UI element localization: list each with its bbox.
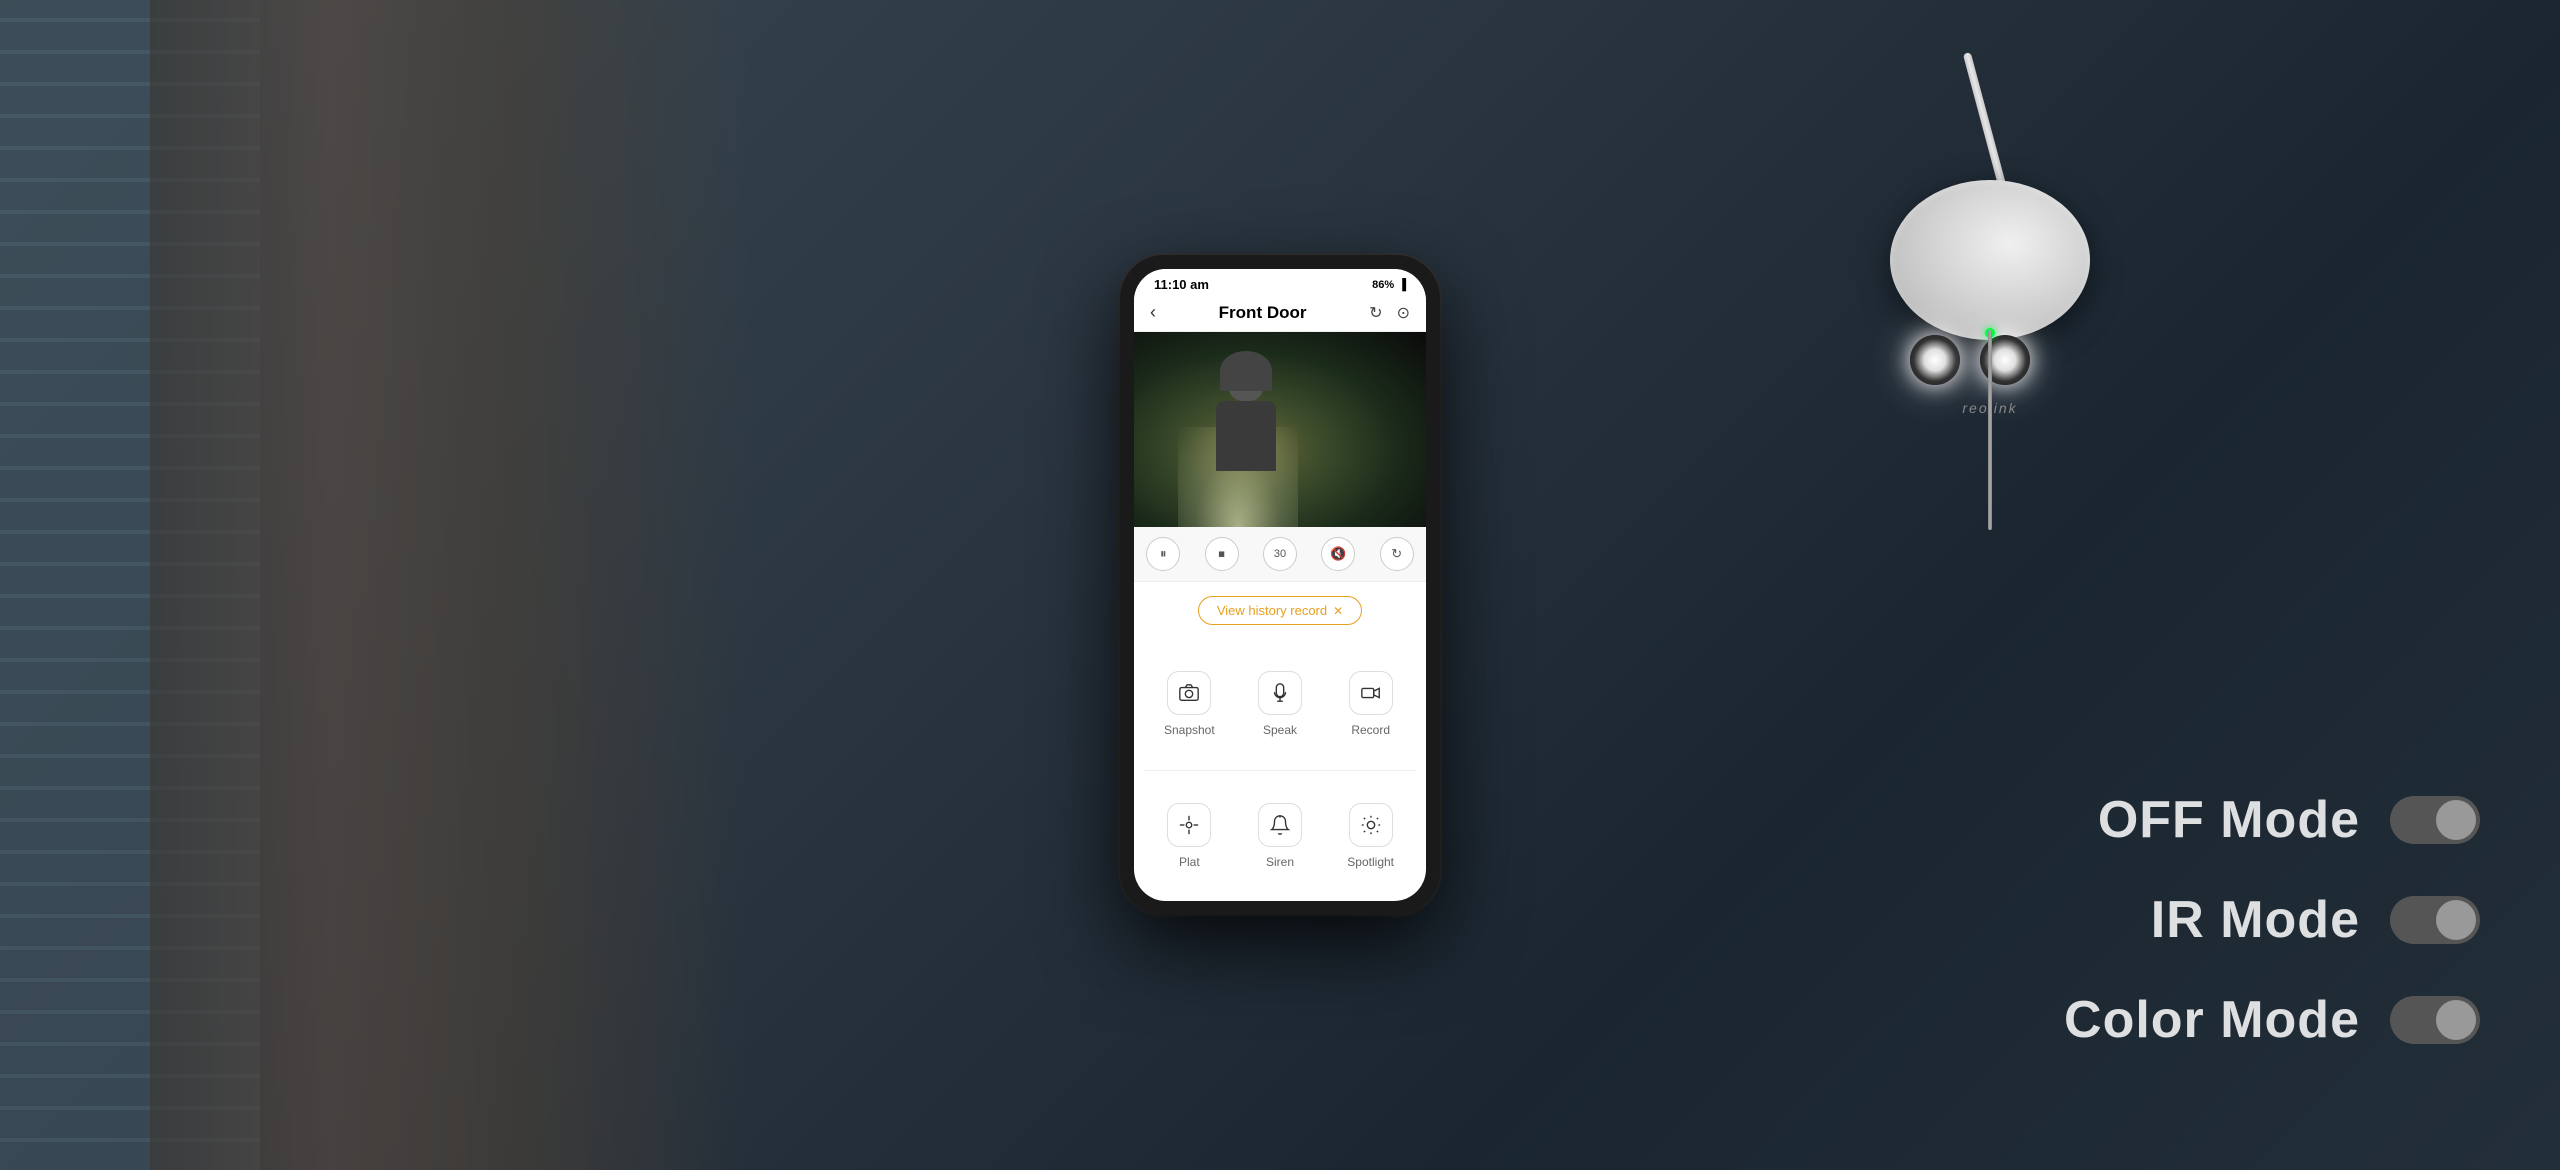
ir-mode-knob	[2436, 900, 2476, 940]
rewind-button[interactable]: 30	[1263, 537, 1297, 571]
record-label: Record	[1351, 723, 1390, 737]
siren-icon	[1258, 803, 1302, 847]
siren-action[interactable]: Siren	[1235, 771, 1326, 902]
spotlight-action[interactable]: Spotlight	[1325, 771, 1416, 902]
phone-screen: 11:10 am 86% ▐ ‹ Front Door ↻ ⊙	[1134, 269, 1426, 901]
status-bar: 11:10 am 86% ▐	[1134, 269, 1426, 296]
stop-icon: ⏹	[1218, 546, 1225, 562]
feed-scene	[1134, 332, 1426, 527]
rotate-icon: ↻	[1391, 546, 1402, 562]
record-action[interactable]: Record	[1325, 639, 1416, 770]
off-mode-toggle[interactable]	[2390, 796, 2480, 844]
camera-device: reolink	[1840, 50, 2140, 550]
snapshot-action[interactable]: Snapshot	[1144, 639, 1235, 770]
ir-mode-toggle[interactable]	[2390, 896, 2480, 944]
ir-mode-row: IR Mode	[2151, 890, 2480, 950]
mode-labels-panel: OFF Mode IR Mode Color Mode	[2064, 790, 2480, 1050]
speak-action[interactable]: Speak	[1235, 639, 1326, 770]
back-button[interactable]: ‹	[1150, 302, 1156, 323]
spotlight-icon	[1349, 803, 1393, 847]
camera-body: reolink	[1890, 180, 2090, 340]
record-icon	[1349, 671, 1393, 715]
history-btn-close[interactable]: ✕	[1333, 604, 1343, 618]
header-title: Front Door	[1219, 303, 1307, 323]
pause-button[interactable]: ⏸	[1146, 537, 1180, 571]
stop-button[interactable]: ⏹	[1205, 537, 1239, 571]
camera-lens-left	[1910, 335, 1960, 385]
status-time: 11:10 am	[1154, 277, 1209, 292]
refresh-icon[interactable]: ↻	[1369, 303, 1382, 323]
rewind-icon: 30	[1274, 548, 1286, 560]
off-mode-row: OFF Mode	[2098, 790, 2480, 850]
battery-icon: ▐	[1398, 279, 1406, 291]
plat-action[interactable]: Plat	[1144, 771, 1235, 902]
plat-icon	[1167, 803, 1211, 847]
camera-feed	[1134, 332, 1426, 527]
snapshot-icon	[1167, 671, 1211, 715]
plat-label: Plat	[1179, 855, 1200, 869]
spotlight-label: Spotlight	[1347, 855, 1394, 869]
app-header: ‹ Front Door ↻ ⊙	[1134, 296, 1426, 332]
history-btn-label: View history record	[1217, 603, 1327, 618]
view-history-button[interactable]: View history record ✕	[1198, 596, 1362, 625]
figure-body	[1216, 401, 1276, 471]
background-hand	[150, 0, 750, 1170]
figure-head	[1228, 361, 1264, 401]
speak-icon	[1258, 671, 1302, 715]
camera-cable	[1988, 330, 1992, 530]
rotate-button[interactable]: ↻	[1380, 537, 1414, 571]
figure	[1216, 361, 1276, 471]
phone-wrapper: 11:10 am 86% ▐ ‹ Front Door ↻ ⊙	[1120, 255, 1440, 915]
siren-label: Siren	[1266, 855, 1294, 869]
off-mode-label: OFF Mode	[2098, 790, 2360, 850]
color-mode-row: Color Mode	[2064, 990, 2480, 1050]
off-mode-knob	[2436, 800, 2476, 840]
volume-button[interactable]: 🔇	[1321, 537, 1355, 571]
volume-icon: 🔇	[1330, 546, 1346, 562]
ir-mode-label: IR Mode	[2151, 890, 2360, 950]
history-btn-wrap: View history record ✕	[1134, 582, 1426, 639]
color-mode-toggle[interactable]	[2390, 996, 2480, 1044]
action-grid-top: Snapshot Speak	[1134, 639, 1426, 770]
speak-label: Speak	[1263, 723, 1297, 737]
figure-hood	[1220, 351, 1272, 391]
snapshot-label: Snapshot	[1164, 723, 1215, 737]
color-mode-knob	[2436, 1000, 2476, 1040]
settings-icon[interactable]: ⊙	[1397, 303, 1410, 323]
color-mode-label: Color Mode	[2064, 990, 2360, 1050]
phone: 11:10 am 86% ▐ ‹ Front Door ↻ ⊙	[1120, 255, 1440, 915]
battery-percent: 86%	[1372, 279, 1394, 291]
action-grid-bottom: Plat Siren	[1134, 771, 1426, 902]
header-icons: ↻ ⊙	[1369, 303, 1410, 323]
pause-icon: ⏸	[1160, 546, 1167, 562]
playback-bar: ⏸ ⏹ 30 🔇 ↻	[1134, 527, 1426, 582]
status-icons: 86% ▐	[1372, 279, 1406, 291]
